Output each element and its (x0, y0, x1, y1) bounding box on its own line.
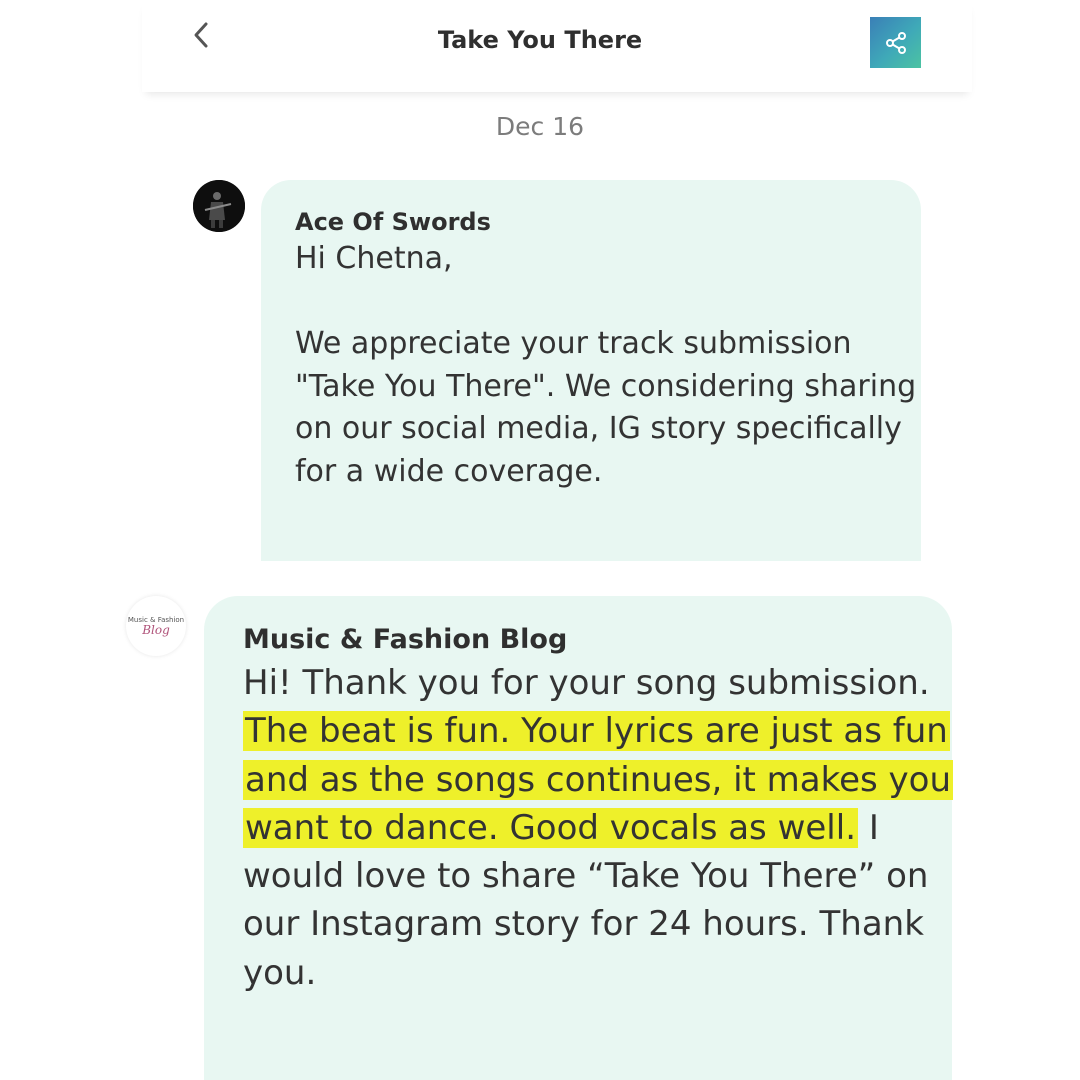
sender-name: Ace Of Swords (295, 208, 491, 236)
message-bubble: Ace Of Swords Hi Chetna, We appreciate y… (261, 180, 921, 561)
share-icon (885, 31, 906, 54)
date-separator: Dec 16 (495, 112, 585, 141)
avatar[interactable]: Music & Fashion Blog (126, 596, 186, 656)
message-greeting: Hi Chetna, (295, 241, 453, 276)
message-text: Hi! Thank you for your song submission. … (243, 659, 953, 997)
avatar-logo-script: Blog (142, 623, 170, 637)
message-text: Hi Chetna, We appreciate your track subm… (295, 238, 921, 494)
share-button[interactable] (870, 17, 921, 68)
sender-name: Music & Fashion Blog (243, 624, 568, 655)
avatar[interactable] (193, 180, 245, 232)
guitarist-silhouette-icon (193, 180, 245, 232)
message-text-plain: Hi! Thank you for your song submission. (243, 663, 930, 703)
message-body: We appreciate your track submission "Tak… (295, 326, 917, 489)
highlighted-text: The beat is fun. Your lyrics are just as… (243, 711, 953, 848)
message-bubble: Music & Fashion Blog Hi! Thank you for y… (204, 596, 953, 1080)
